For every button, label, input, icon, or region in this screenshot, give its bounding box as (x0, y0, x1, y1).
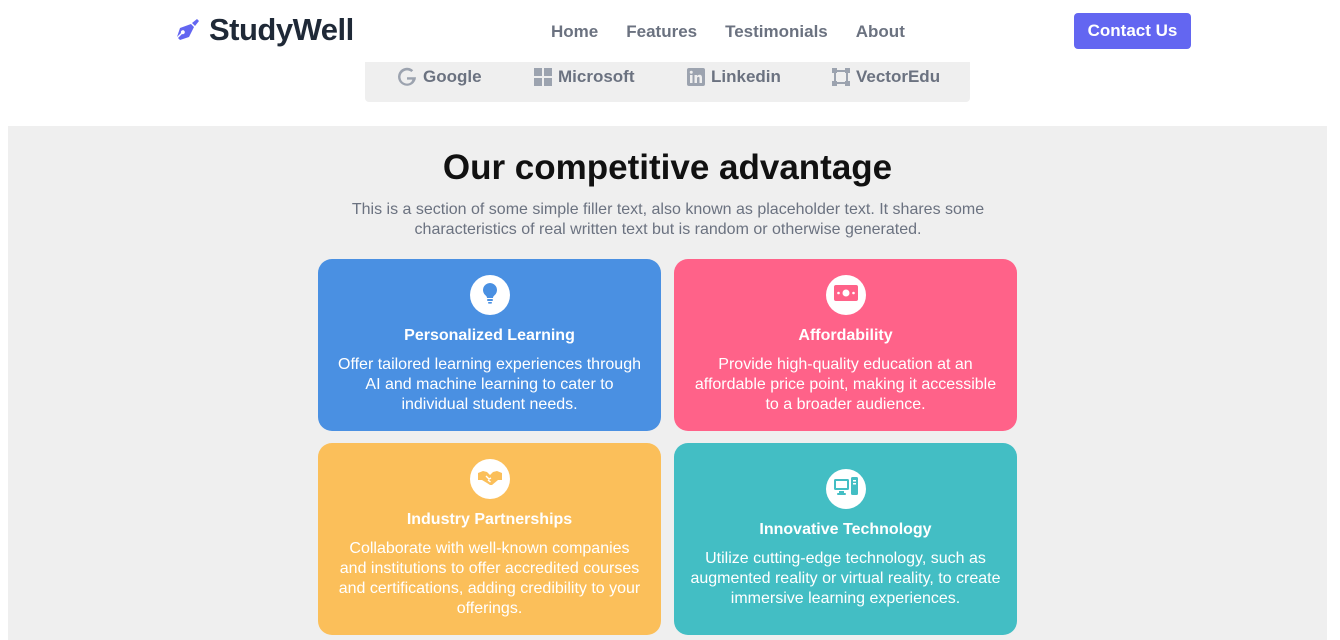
microsoft-icon (534, 68, 552, 86)
icon-badge (825, 275, 866, 315)
main-nav: Home Features Testimonials About (551, 22, 905, 42)
partner-vectoredu: VectorEdu (832, 67, 940, 87)
section-title: Our competitive advantage (442, 148, 893, 187)
card-title: Personalized Learning (404, 327, 575, 344)
google-icon (397, 67, 417, 87)
pen-nib-icon (175, 17, 201, 43)
advantage-section: Our competitive advantage This is a sect… (8, 126, 1327, 640)
card-title: Innovative Technology (759, 521, 932, 538)
linkedin-icon (687, 68, 705, 86)
nav-testimonials[interactable]: Testimonials (725, 22, 828, 42)
nav-home[interactable]: Home (551, 22, 598, 42)
money-bill-icon (833, 284, 858, 306)
icon-badge (469, 459, 510, 499)
card-title: Industry Partnerships (406, 511, 573, 528)
card-personalized-learning: Personalized Learning Offer tailored lea… (318, 259, 661, 431)
icon-badge (825, 469, 866, 509)
card-industry-partnerships: Industry Partnerships Collaborate with w… (318, 443, 661, 635)
partner-label: VectorEdu (856, 67, 941, 86)
card-text: Provide high-quality education at an aff… (694, 356, 997, 413)
lightbulb-icon (480, 282, 500, 309)
partner-label: Google (423, 67, 482, 86)
icon-badge (469, 275, 510, 315)
card-text: Offer tailored learning experiences thro… (338, 356, 641, 413)
partner-linkedin: Linkedin (687, 67, 781, 87)
card-text: Collaborate with well-known companies an… (338, 540, 641, 617)
partner-label: Microsoft (558, 67, 635, 86)
section-subtitle: This is a section of some simple filler … (351, 201, 985, 238)
vector-icon (832, 68, 850, 86)
site-header: StudyWell Home Features Testimonials Abo… (0, 0, 1340, 62)
logo[interactable]: StudyWell (175, 12, 354, 48)
partners-strip: Google Microsoft Linkedin VectorEdu (365, 62, 970, 102)
handshake-icon (477, 468, 503, 491)
partner-label: Linkedin (711, 67, 781, 86)
card-title: Affordability (798, 327, 893, 344)
card-text: Utilize cutting-edge technology, such as… (690, 550, 1001, 607)
partner-microsoft: Microsoft (534, 67, 635, 87)
nav-features[interactable]: Features (626, 22, 697, 42)
computer-icon (833, 476, 858, 502)
partner-google: Google (397, 67, 482, 87)
card-affordability: Affordability Provide high-quality educa… (674, 259, 1017, 431)
contact-us-button[interactable]: Contact Us (1074, 13, 1191, 49)
card-innovative-technology: Innovative Technology Utilize cutting-ed… (674, 443, 1017, 635)
logo-text: StudyWell (209, 12, 354, 47)
nav-about[interactable]: About (856, 22, 905, 42)
